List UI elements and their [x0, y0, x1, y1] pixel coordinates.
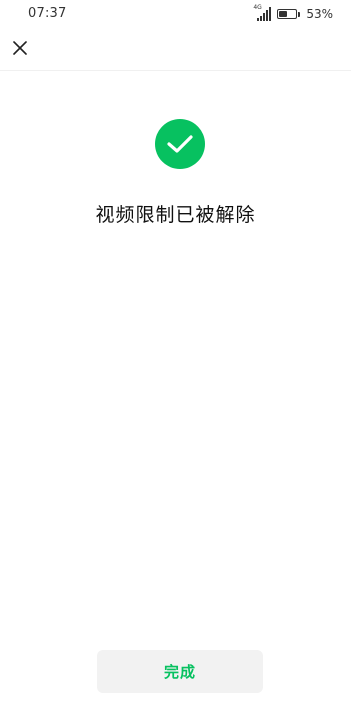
status-time: 07:37	[28, 6, 67, 21]
battery-percent: 53%	[306, 7, 333, 21]
status-indicators: 4G 53%	[253, 5, 333, 23]
success-check-icon	[155, 119, 205, 169]
close-button[interactable]	[6, 34, 34, 62]
result-title: 视频限制已被解除	[95, 204, 256, 226]
top-nav	[0, 28, 351, 71]
close-icon	[13, 41, 27, 55]
network-type: 4G	[253, 4, 262, 11]
done-button[interactable]: 完成	[97, 650, 263, 693]
battery-icon	[277, 9, 301, 19]
status-bar: 07:37 4G 53%	[0, 0, 351, 28]
battery-level	[279, 11, 288, 17]
signal-icon: 4G	[253, 4, 272, 21]
